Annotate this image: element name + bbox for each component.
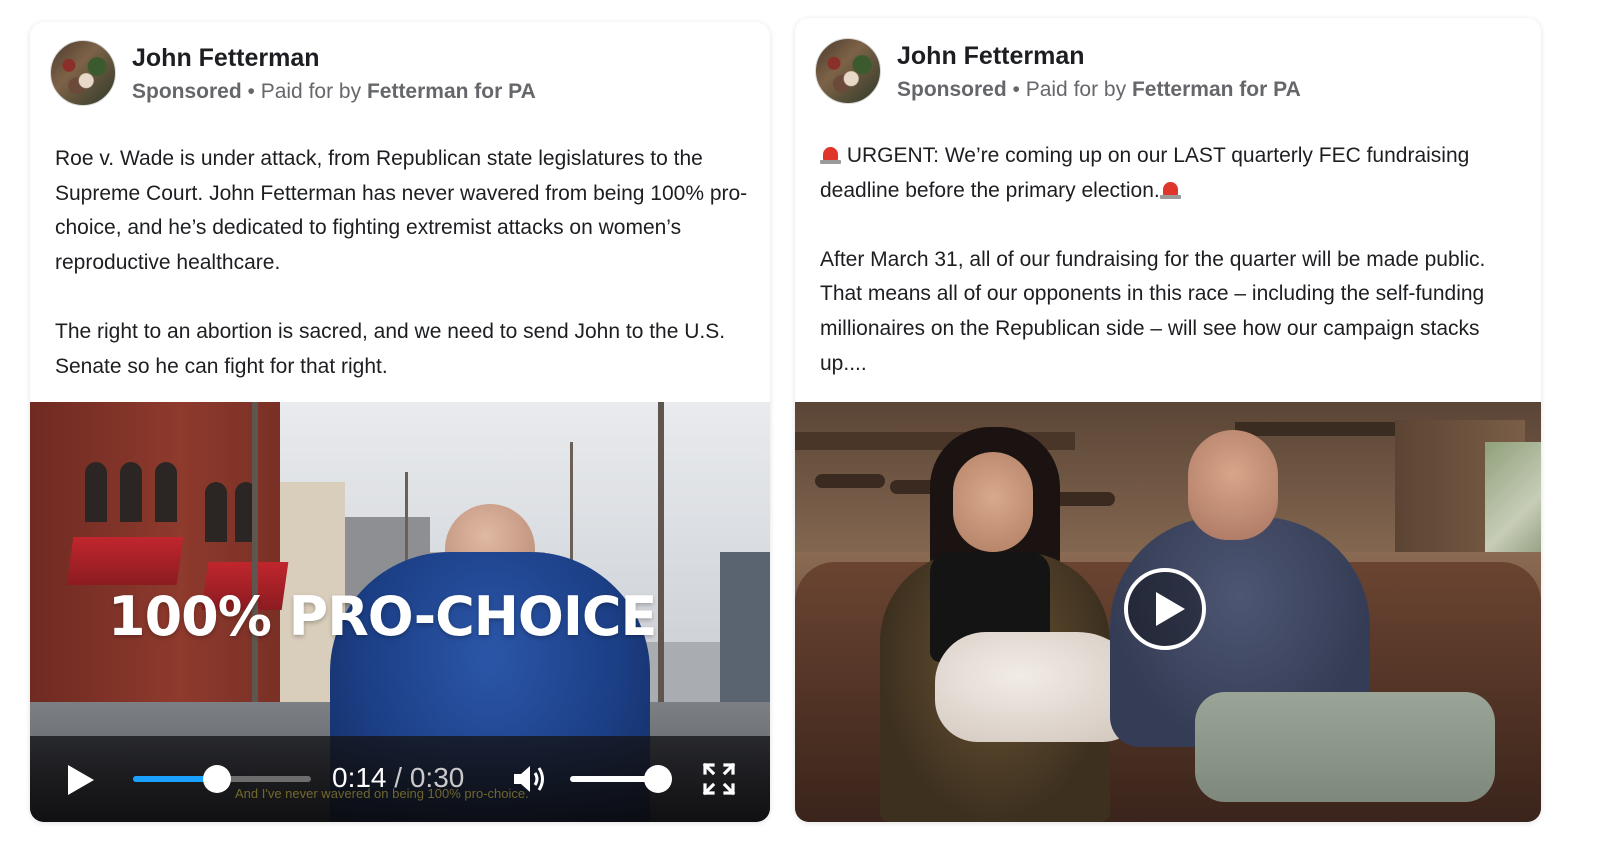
urgent-text: URGENT: We’re coming up on our LAST quar… — [820, 144, 1470, 202]
author-name[interactable]: John Fetterman — [897, 42, 1085, 71]
avatar[interactable] — [50, 40, 116, 106]
post-paragraph: After March 31, all of our fundraising f… — [820, 247, 1486, 375]
ad-card-1: John Fetterman Sponsored • Paid for by F… — [30, 22, 770, 822]
seek-handle[interactable] — [202, 765, 231, 793]
post-header: John Fetterman Sponsored • Paid for by F… — [815, 38, 1521, 108]
window — [205, 482, 227, 542]
sponsor-line: Sponsored • Paid for by Fetterman for PA — [897, 78, 1301, 102]
woman-face — [953, 452, 1033, 552]
volume-handle[interactable] — [644, 765, 672, 793]
volume-icon[interactable] — [512, 762, 548, 796]
paid-for-prefix: • Paid for by — [241, 80, 367, 103]
fullscreen-icon[interactable] — [702, 762, 736, 796]
post-paragraph: The right to an abortion is sacred, and … — [55, 319, 726, 378]
video-time: 0:14 / 0:30 — [332, 762, 464, 794]
video-overlay-title: 100% PRO-CHOICE — [108, 585, 657, 648]
play-icon — [1156, 592, 1185, 626]
post-header: John Fetterman Sponsored • Paid for by F… — [50, 40, 750, 110]
duration: 0:30 — [409, 762, 465, 793]
paid-for-prefix: • Paid for by — [1006, 78, 1132, 101]
sponsor-line: Sponsored • Paid for by Fetterman for PA — [132, 80, 536, 104]
video-controls-bar: And I've never wavered on being 100% pro… — [30, 736, 770, 822]
window — [85, 462, 107, 522]
street-pole — [252, 402, 258, 712]
video-player[interactable]: 100% PRO-CHOICE And I've never wavered o… — [30, 402, 770, 822]
window — [155, 462, 177, 522]
video-thumbnail[interactable] — [795, 402, 1541, 822]
avatar[interactable] — [815, 38, 881, 104]
video-frame-building — [720, 552, 770, 712]
author-name[interactable]: John Fetterman — [132, 44, 320, 73]
video-frame-brick-building — [30, 402, 289, 712]
sponsored-label: Sponsored — [132, 80, 242, 103]
post-paragraph: Roe v. Wade is under attack, from Republ… — [55, 147, 748, 274]
man-shorts — [1195, 692, 1495, 802]
post-paragraph: URGENT: We’re coming up on our LAST quar… — [820, 139, 1519, 208]
police-light-icon — [1159, 181, 1181, 199]
window — [120, 462, 142, 522]
current-time: 0:14 — [332, 762, 387, 793]
ad-card-2: John Fetterman Sponsored • Paid for by F… — [795, 18, 1541, 822]
police-light-icon — [820, 147, 841, 164]
seek-bar[interactable] — [133, 765, 311, 793]
stool — [815, 474, 885, 488]
volume-slider[interactable] — [570, 765, 672, 793]
sponsored-label: Sponsored — [897, 78, 1007, 101]
awning — [66, 537, 184, 585]
play-icon[interactable] — [68, 765, 94, 795]
post-body: URGENT: We’re coming up on our LAST quar… — [820, 139, 1519, 381]
man-head — [1188, 430, 1278, 540]
post-body: Roe v. Wade is under attack, from Republ… — [55, 142, 748, 384]
street-pole — [658, 402, 664, 732]
time-separator: / — [386, 762, 410, 793]
play-button[interactable] — [1124, 568, 1206, 650]
paid-for-name[interactable]: Fetterman for PA — [367, 80, 536, 103]
paid-for-name[interactable]: Fetterman for PA — [1132, 78, 1301, 101]
